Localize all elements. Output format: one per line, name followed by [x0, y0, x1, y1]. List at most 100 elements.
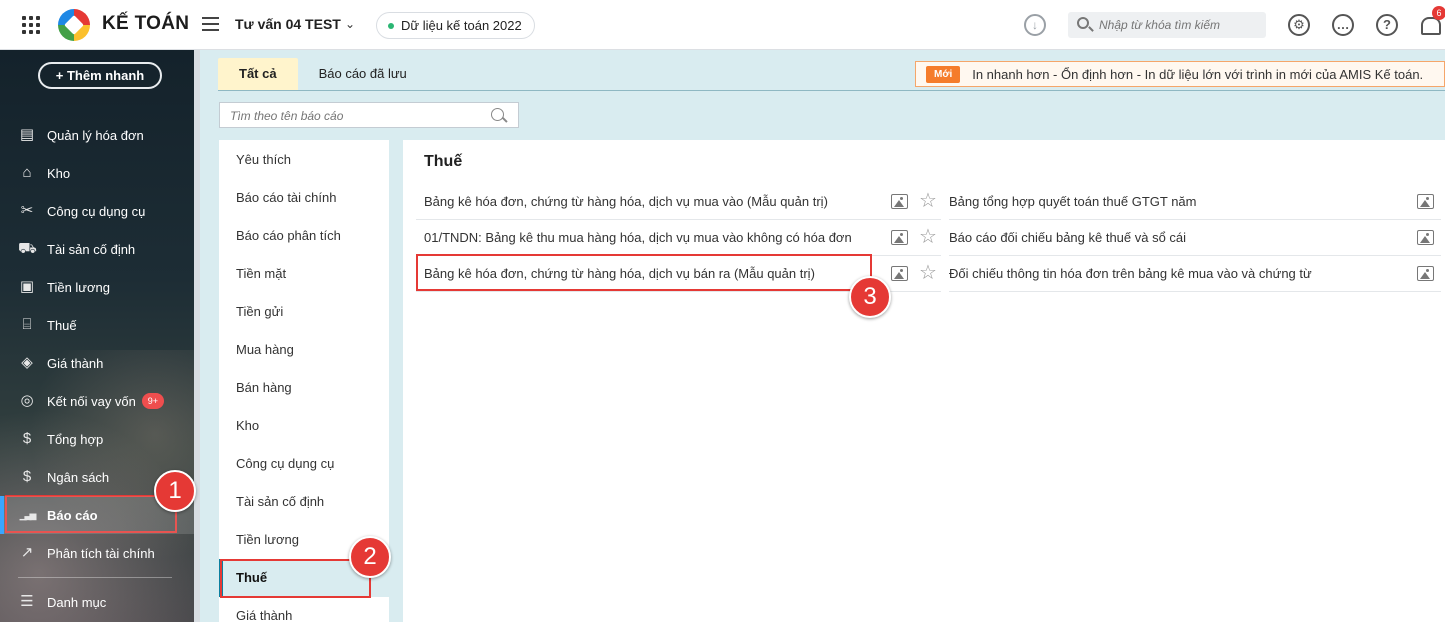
loan-icon: ◎	[20, 392, 34, 409]
sidebar-item-analysis[interactable]: ↗ Phân tích tài chính	[0, 534, 194, 572]
company-selector[interactable]: Tư vấn 04 TEST	[235, 16, 341, 32]
global-search[interactable]	[1068, 12, 1266, 38]
annotation-badge-2: 2	[349, 536, 391, 578]
tools-icon: ✂	[20, 202, 34, 219]
sidebar-item-label: Giá thành	[47, 355, 104, 371]
summary-icon: $	[22, 430, 32, 447]
sidebar-item-label: Phân tích tài chính	[47, 545, 155, 561]
category-item[interactable]: Giá thành	[219, 597, 389, 622]
annotation-badge-1: 1	[154, 470, 196, 512]
sidebar-item-salary[interactable]: ▣ Tiền lương	[0, 268, 194, 306]
menu-toggle-icon[interactable]	[202, 17, 219, 31]
download-icon[interactable]: ↓	[1024, 14, 1046, 36]
amis-logo	[58, 9, 90, 41]
report-item[interactable]: Bảng kê hóa đơn, chứng từ hàng hóa, dịch…	[424, 183, 828, 219]
gear-icon[interactable]: ⚙	[1288, 14, 1310, 36]
tab-all[interactable]: Tất cả	[218, 58, 298, 90]
catalog-icon: ☰	[20, 593, 34, 610]
sidebar-item-label: Thuế	[47, 317, 77, 333]
sidebar-item-label: Công cụ dụng cụ	[47, 203, 146, 219]
report-search[interactable]	[219, 102, 519, 128]
sidebar-item-warehouse[interactable]: ⌂ Kho	[0, 154, 194, 192]
category-item[interactable]: Tài sản cố định	[219, 483, 389, 521]
global-search-input[interactable]	[1099, 15, 1259, 35]
sidebar-item-invoice[interactable]: ▤ Quản lý hóa đơn	[0, 116, 194, 154]
sidebar-item-label: Danh mục	[47, 594, 107, 610]
tab-saved-reports[interactable]: Báo cáo đã lưu	[298, 58, 428, 90]
preview-image-icon[interactable]	[1417, 230, 1434, 245]
chat-icon[interactable]: …	[1332, 14, 1354, 36]
analysis-icon: ↗	[20, 544, 34, 561]
sidebar: + Thêm nhanh ▤ Quản lý hóa đơn ⌂ Kho ✂ Công c…	[0, 50, 194, 622]
report-content: Tất cả Báo cáo đã lưu Mới In nhanh hơn -…	[200, 50, 1445, 622]
tabs-divider	[218, 90, 1445, 91]
sidebar-item-label: Báo cáo	[47, 507, 98, 523]
banner-text: In nhanh hơn - Ổn định hơn - In dữ liệu …	[972, 66, 1424, 82]
row-divider	[949, 291, 1441, 292]
sidebar-item-label: Tài sản cố định	[47, 241, 136, 257]
asset-icon: ⛟	[18, 240, 37, 257]
category-item[interactable]: Tiền mặt	[219, 255, 389, 293]
sidebar-item-cost[interactable]: ◈ Giá thành	[0, 344, 194, 382]
sidebar-item-label: Kết nối vay vốn	[47, 393, 136, 409]
preview-image-icon[interactable]	[1417, 194, 1434, 209]
category-item[interactable]: Kho	[219, 407, 389, 445]
preview-image-icon[interactable]	[891, 266, 908, 281]
report-list-panel: Thuế Bảng kê hóa đơn, chứng từ hàng hóa,…	[403, 140, 1445, 622]
category-item[interactable]: Báo cáo phân tích	[219, 217, 389, 255]
preview-image-icon[interactable]	[891, 230, 908, 245]
sidebar-item-label: Ngân sách	[47, 469, 110, 485]
cost-icon: ◈	[21, 354, 33, 371]
category-item[interactable]: Tiền gửi	[219, 293, 389, 331]
search-icon	[1077, 17, 1089, 29]
category-item[interactable]: Báo cáo tài chính	[219, 179, 389, 217]
section-title: Thuế	[424, 153, 463, 170]
top-header: KẾ TOÁN Tư vấn 04 TEST ⌄ Dữ liệu kế toán…	[0, 0, 1445, 50]
report-item[interactable]: Bảng tổng hợp quyết toán thuế GTGT năm	[949, 183, 1197, 219]
app-grid-icon[interactable]	[22, 16, 40, 34]
tax-icon: ⌸	[22, 316, 32, 333]
report-item[interactable]: Đối chiếu thông tin hóa đơn trên bảng kê…	[949, 255, 1312, 291]
category-item[interactable]: Bán hàng	[219, 369, 389, 407]
category-item[interactable]: Mua hàng	[219, 331, 389, 369]
annotation-box-tax	[220, 559, 371, 598]
sidebar-item-asset[interactable]: ⛟ Tài sản cố định	[0, 230, 194, 268]
quick-add-button[interactable]: + Thêm nhanh	[38, 62, 162, 89]
sidebar-item-tools[interactable]: ✂ Công cụ dụng cụ	[0, 192, 194, 230]
help-icon[interactable]: ?	[1376, 14, 1398, 36]
warehouse-icon: ⌂	[22, 164, 32, 181]
sidebar-item-label: Tổng hợp	[47, 431, 104, 447]
preview-image-icon[interactable]	[891, 194, 908, 209]
notification-badge: 6	[1432, 6, 1445, 20]
favorite-star-icon[interactable]: ☆	[919, 191, 937, 211]
salary-icon: ▣	[19, 278, 35, 295]
loan-badge: 9+	[141, 393, 164, 409]
sidebar-item-tax[interactable]: ⌸ Thuế	[0, 306, 194, 344]
annotation-box-sales-invoice-report	[416, 254, 872, 291]
accounting-data-selector[interactable]: Dữ liệu kế toán 2022	[376, 12, 535, 39]
report-tabs: Tất cả Báo cáo đã lưu	[218, 58, 428, 90]
new-tag: Mới	[926, 65, 961, 83]
category-item[interactable]: Yêu thích	[219, 141, 389, 179]
chevron-down-icon[interactable]: ⌄	[345, 17, 355, 31]
report-icon: ▁▃▅	[19, 510, 37, 520]
sidebar-divider	[18, 577, 172, 578]
sidebar-item-label: Kho	[47, 165, 71, 181]
new-feature-banner[interactable]: Mới In nhanh hơn - Ổn định hơn - In dữ l…	[915, 61, 1445, 87]
report-item[interactable]: 01/TNDN: Bảng kê thu mua hàng hóa, dịch …	[424, 219, 852, 255]
favorite-star-icon[interactable]: ☆	[919, 263, 937, 283]
sidebar-item-catalog[interactable]: ☰ Danh mục	[0, 583, 194, 621]
favorite-star-icon[interactable]: ☆	[919, 227, 937, 247]
report-search-input[interactable]	[230, 106, 480, 126]
report-item[interactable]: Báo cáo đối chiếu bảng kê thuế và sổ cái	[949, 219, 1186, 255]
preview-image-icon[interactable]	[1417, 266, 1434, 281]
sidebar-item-loan[interactable]: ◎ Kết nối vay vốn 9+	[0, 382, 194, 420]
sidebar-item-label: Quản lý hóa đơn	[47, 127, 144, 143]
app-title: KẾ TOÁN	[102, 13, 190, 34]
category-item[interactable]: Công cụ dụng cụ	[219, 445, 389, 483]
annotation-badge-3: 3	[849, 276, 891, 318]
sidebar-item-summary[interactable]: $ Tổng hợp	[0, 420, 194, 458]
search-icon[interactable]	[491, 108, 504, 121]
invoice-icon: ▤	[19, 126, 35, 143]
sidebar-item-label: Tiền lương	[47, 279, 110, 295]
